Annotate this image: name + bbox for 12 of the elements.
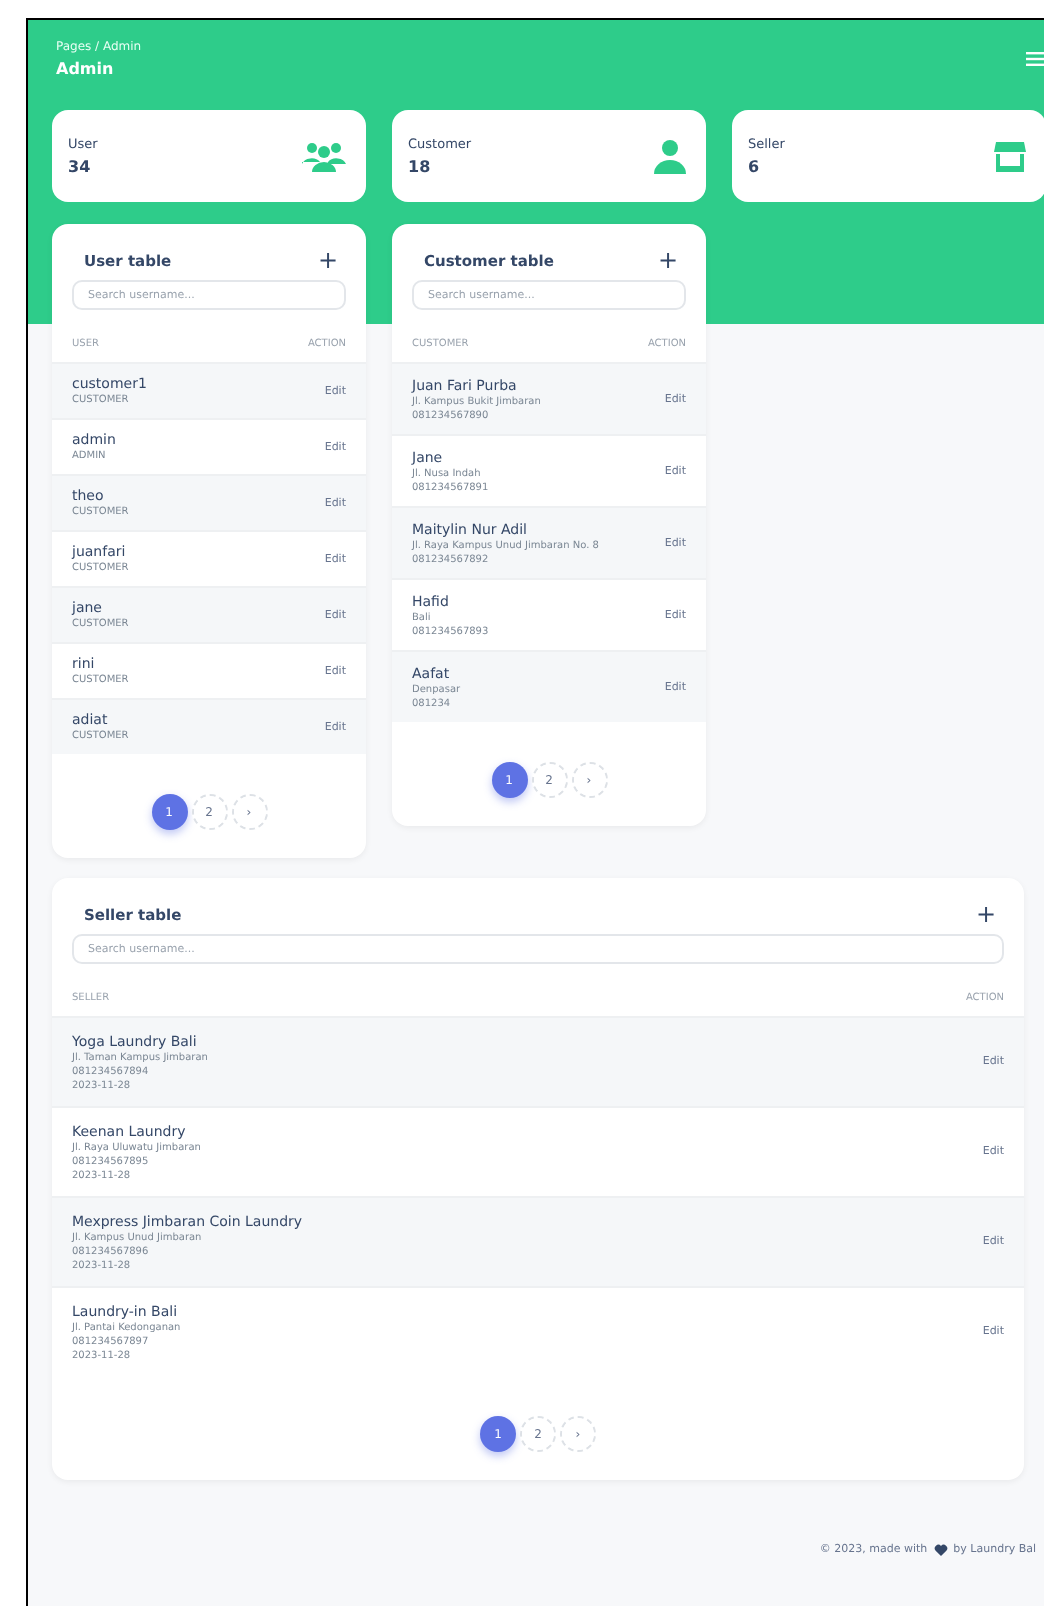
heart-icon <box>933 1544 948 1556</box>
menu-icon[interactable] <box>1026 52 1044 66</box>
page-title: Admin <box>56 60 116 78</box>
stat-value: 18 <box>408 158 433 176</box>
store-icon <box>994 141 1026 171</box>
add-button[interactable]: + <box>657 248 678 272</box>
add-button[interactable]: + <box>317 248 338 272</box>
add-button[interactable]: + <box>975 902 996 926</box>
users-icon <box>302 140 346 172</box>
stat-value: 6 <box>748 158 762 176</box>
stat-value: 34 <box>68 158 93 176</box>
user-icon <box>654 138 686 174</box>
